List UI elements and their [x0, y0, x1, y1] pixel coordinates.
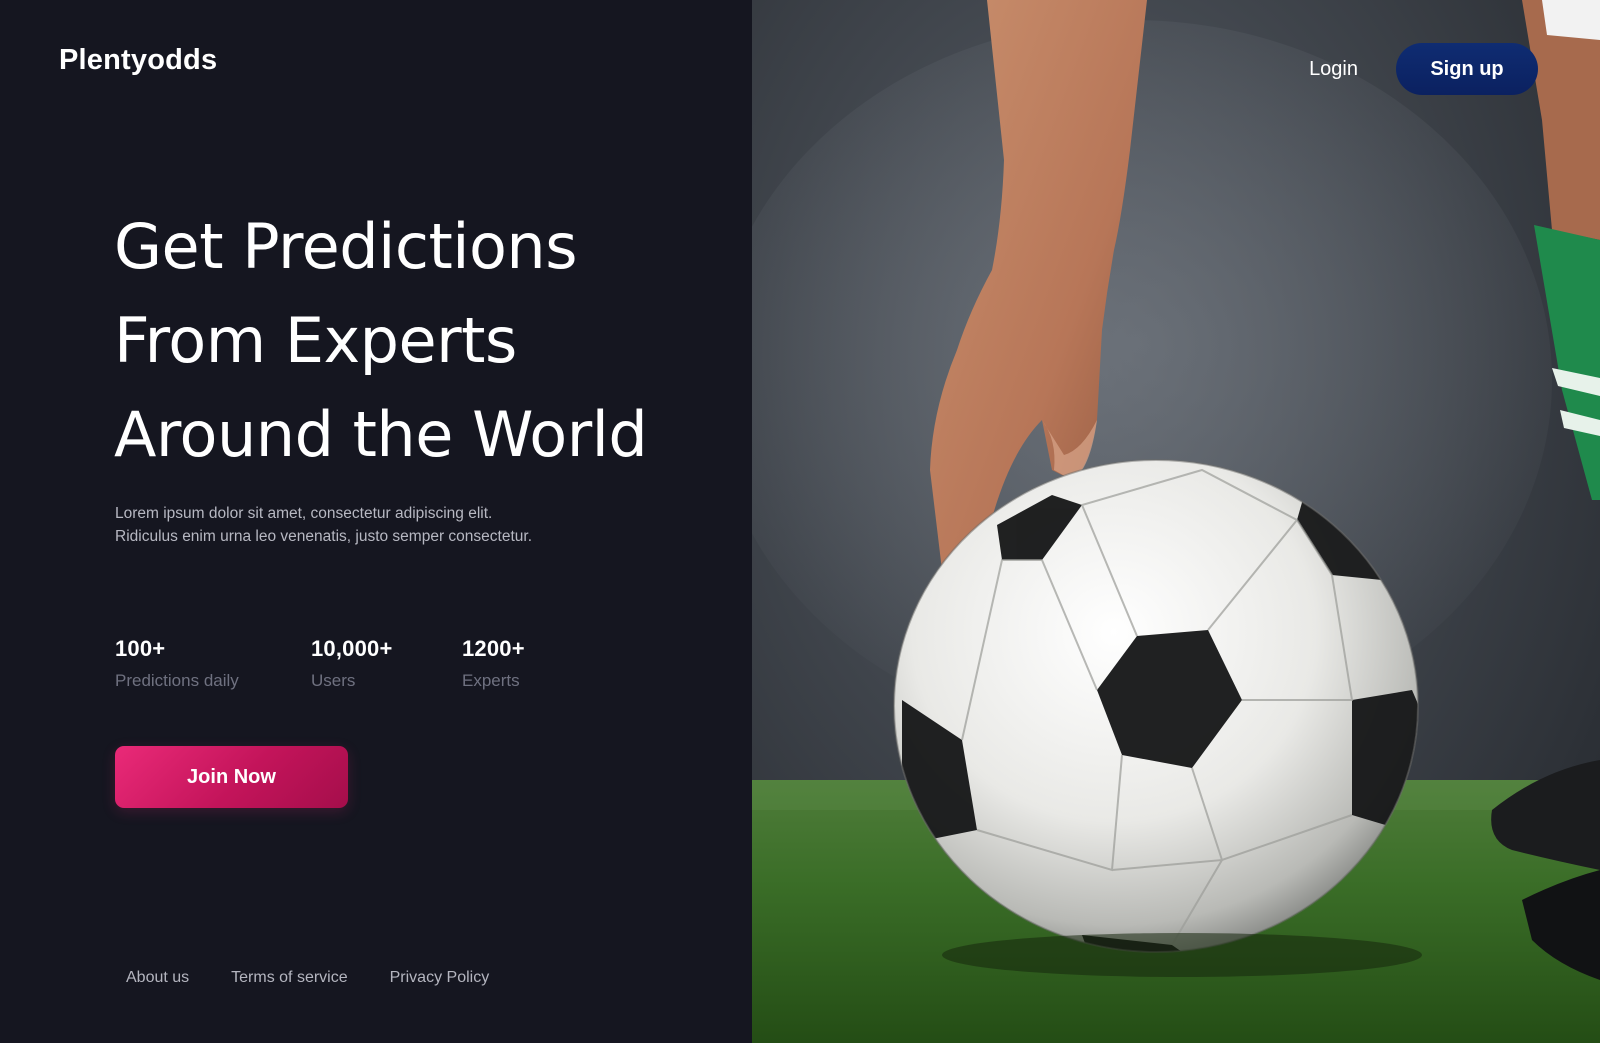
landing-page: Plentyodds Get Predictions From Experts … — [0, 0, 1600, 1043]
footer-link-privacy[interactable]: Privacy Policy — [390, 969, 490, 987]
hero-left-panel: Plentyodds Get Predictions From Experts … — [0, 0, 752, 1043]
stat-users: 10,000+ Users — [311, 636, 462, 691]
stat-experts: 1200+ Experts — [462, 636, 525, 691]
stat-value: 10,000+ — [311, 636, 393, 661]
footer-link-about[interactable]: About us — [126, 969, 189, 987]
soccer-ball-photo-icon — [752, 0, 1600, 1043]
stat-predictions: 100+ Predictions daily — [115, 636, 311, 691]
hero-subtitle: Lorem ipsum dolor sit amet, consectetur … — [115, 502, 585, 548]
top-nav: Login Sign up — [1309, 43, 1538, 95]
hero-title-line: Around the World — [114, 398, 648, 471]
stat-label: Experts — [462, 671, 520, 690]
footer-links: About us Terms of service Privacy Policy — [126, 969, 489, 987]
stat-value: 1200+ — [462, 636, 525, 661]
hero-subtitle-line: Ridiculus enim urna leo venenatis, justo… — [115, 528, 532, 545]
stats-row: 100+ Predictions daily 10,000+ Users 120… — [115, 636, 525, 691]
stat-value: 100+ — [115, 636, 166, 661]
stat-label: Users — [311, 671, 356, 690]
hero-title-line: From Experts — [114, 304, 517, 377]
hero-title: Get Predictions From Experts Around the … — [114, 200, 734, 482]
stat-label: Predictions daily — [115, 671, 239, 690]
signup-button[interactable]: Sign up — [1396, 43, 1538, 95]
hero-title-line: Get Predictions — [114, 210, 578, 283]
join-now-button[interactable]: Join Now — [115, 746, 348, 808]
hero-image-panel: Login Sign up — [752, 0, 1600, 1043]
login-link[interactable]: Login — [1309, 58, 1358, 81]
brand-logo[interactable]: Plentyodds — [59, 44, 217, 77]
hero-subtitle-line: Lorem ipsum dolor sit amet, consectetur … — [115, 505, 493, 522]
footer-link-terms[interactable]: Terms of service — [231, 969, 347, 987]
